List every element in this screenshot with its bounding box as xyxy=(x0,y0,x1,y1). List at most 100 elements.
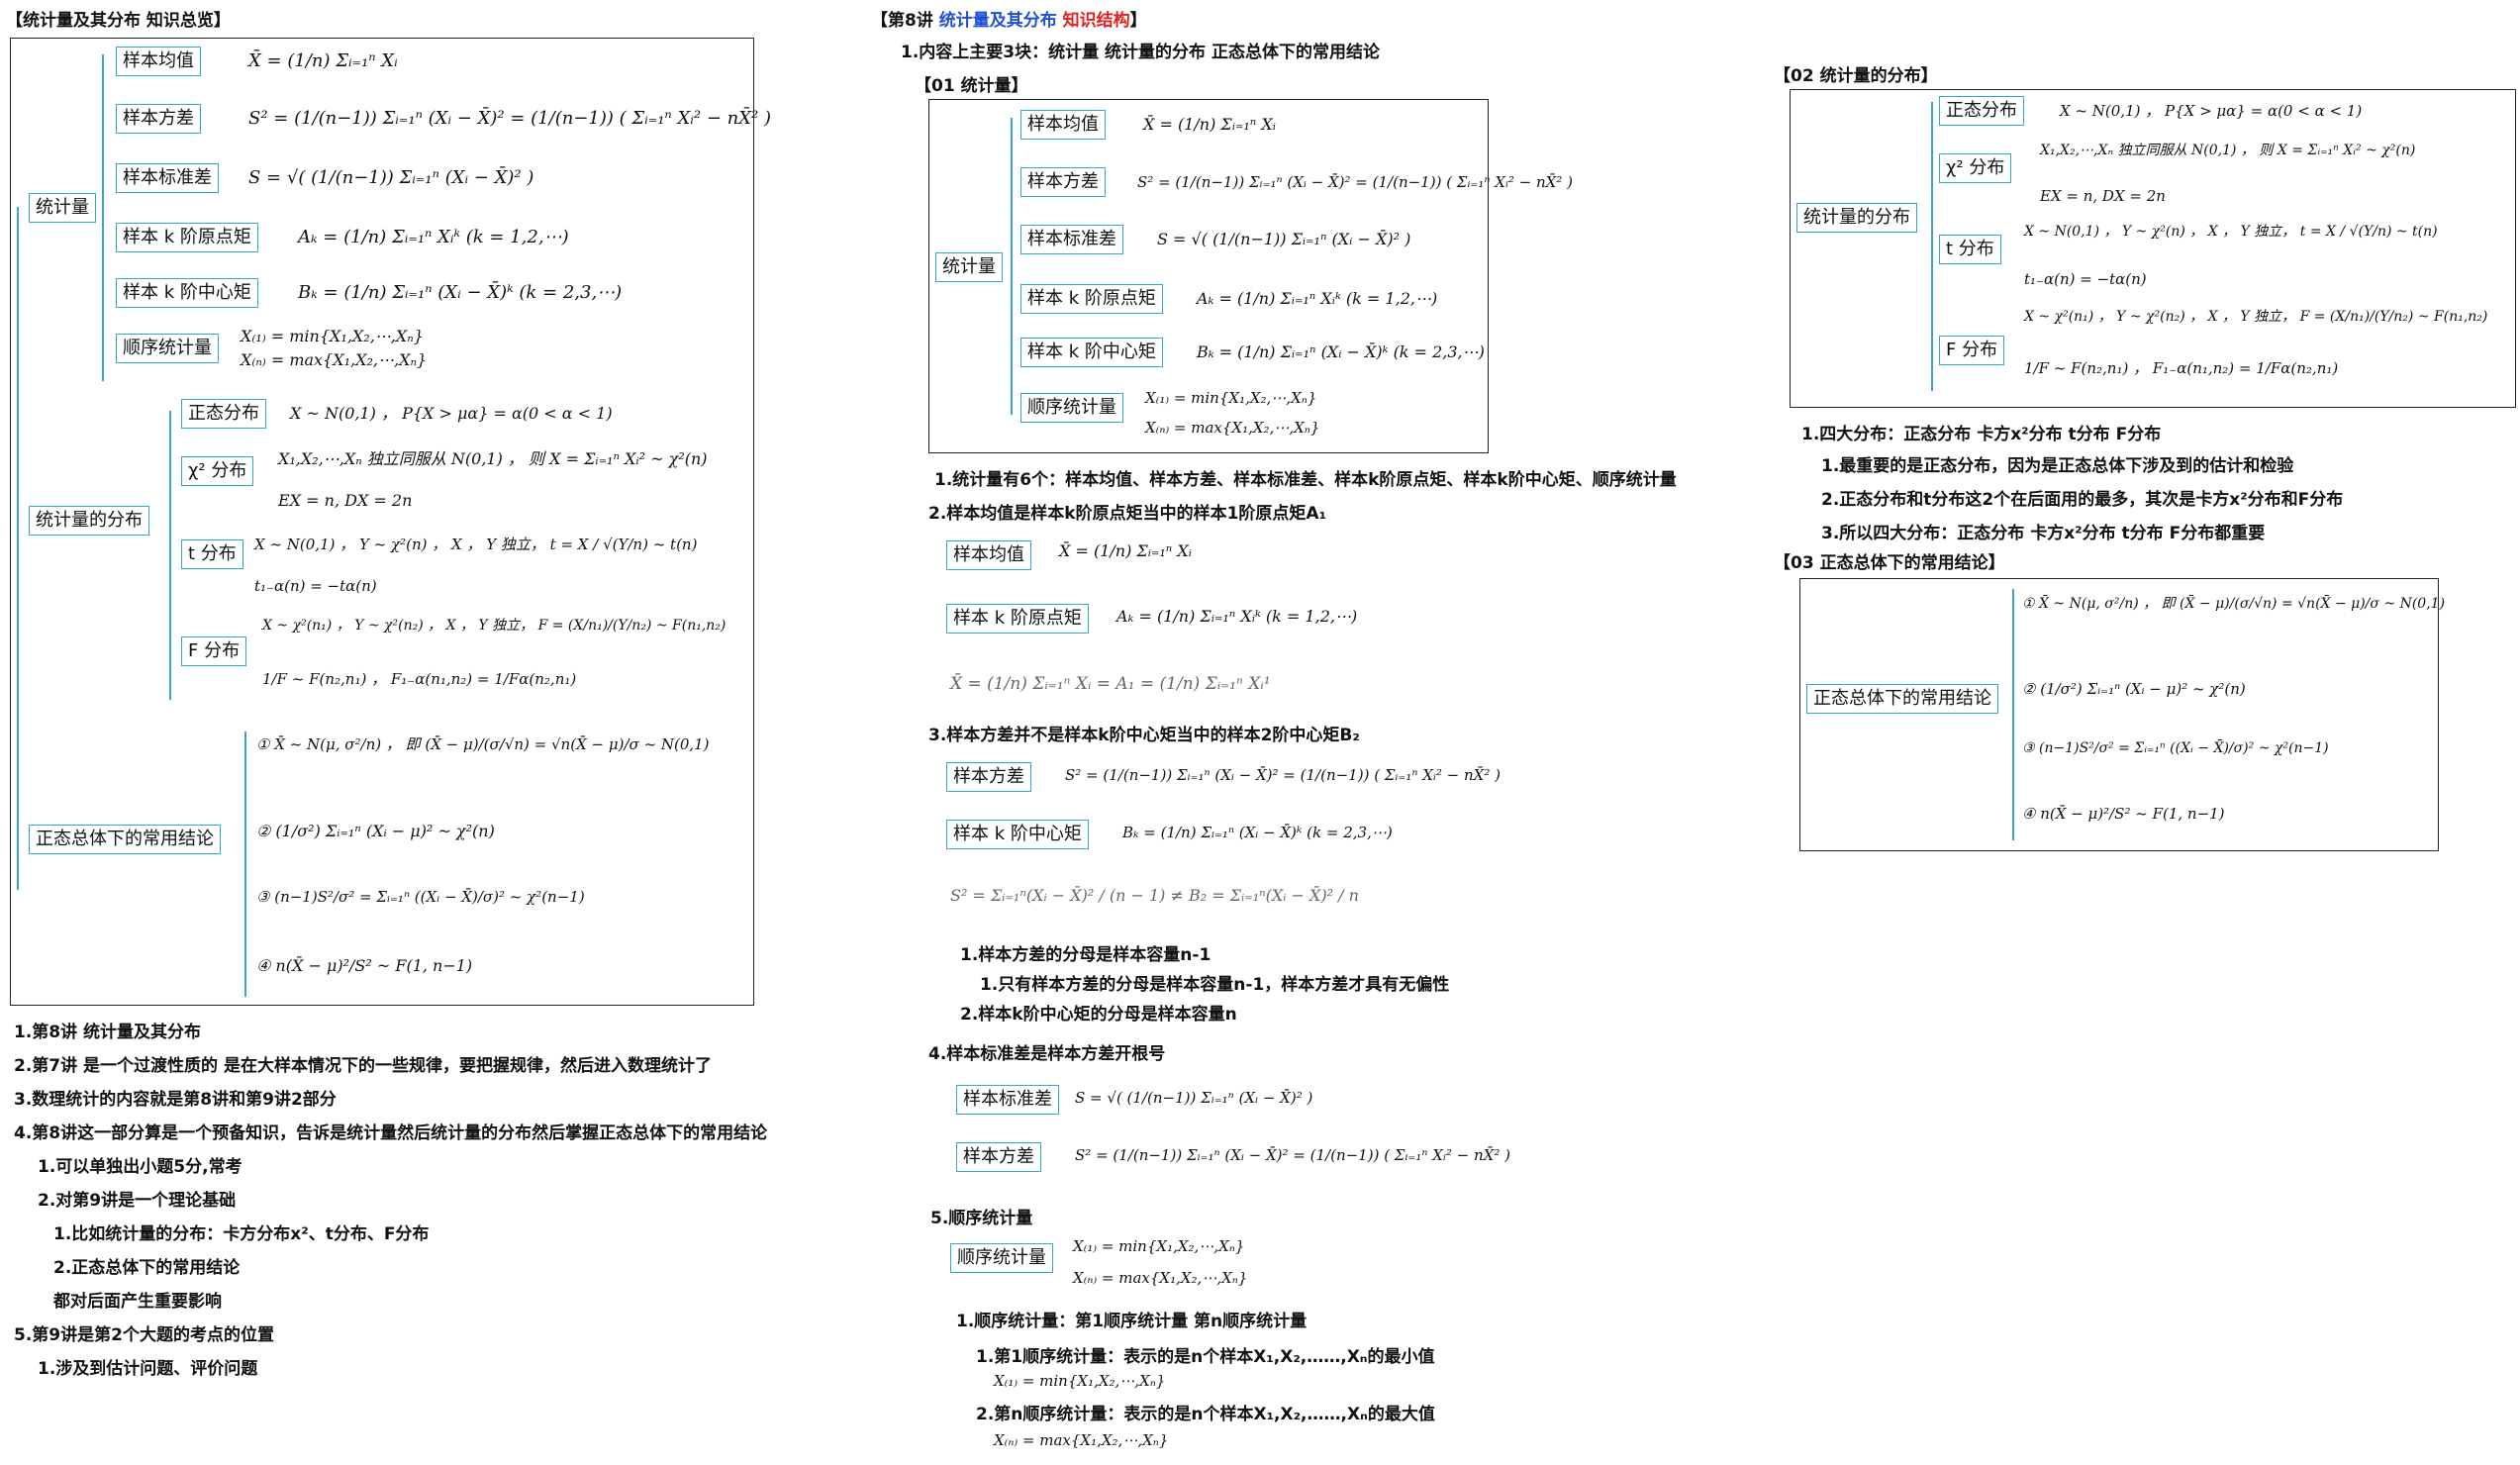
middle-line1: 1.内容上主要3块：统计量 统计量的分布 正态总体下的常用结论 xyxy=(901,43,1380,62)
node-sample-variance: 样本方差 xyxy=(956,1142,1041,1172)
formula-max: X₍ₙ₎ = max{X₁,X₂,⋯,Xₙ} xyxy=(1145,419,1320,437)
normal-conclusion-3: ③ (n−1)S²/σ² = Σᵢ₌₁ⁿ ((Xᵢ − X̄)/σ)² ~ χ²… xyxy=(2022,740,2329,756)
middle-note3c: 2.样本k阶中心矩的分母是样本容量n xyxy=(960,1005,1237,1025)
note-line: 4.第8讲这一部分算是一个预备知识，告诉是统计量然后统计量的分布然后掌握正态总体… xyxy=(14,1123,768,1143)
sub02-header: 【02 统计量的分布】 xyxy=(1774,66,1938,86)
formula-raw-moment: Aₖ = (1/n) Σᵢ₌₁ⁿ Xᵢᵏ (k = 1,2,⋯) xyxy=(1197,289,1438,308)
middle-note5b-formula: X₍₁₎ = min{X₁,X₂,⋯,Xₙ} xyxy=(994,1372,1166,1390)
formula-variance: S² = (1/(n−1)) Σᵢ₌₁ⁿ (Xᵢ − X̄)² = (1/(n−… xyxy=(1075,1146,1510,1164)
node-normal: 正态分布 xyxy=(1939,96,2024,126)
formula-std: S = √( (1/(n−1)) Σᵢ₌₁ⁿ (Xᵢ − X̄)² ) xyxy=(248,167,534,188)
formula-variance: S² = (1/(n−1)) Σᵢ₌₁ⁿ (Xᵢ − X̄)² = (1/(n−… xyxy=(1065,766,1501,784)
normal-bracket xyxy=(2012,589,2014,840)
formula-normal: X ~ N(0,1) ， P{X > μα} = α(0 < α < 1) xyxy=(290,404,613,423)
middle-note5b: 1.第1顺序统计量：表示的是n个样本X₁,X₂,……,Xₙ的最小值 xyxy=(976,1347,1435,1367)
formula-raw-moment: Aₖ = (1/n) Σᵢ₌₁ⁿ Xᵢᵏ (k = 1,2,⋯) xyxy=(298,227,569,247)
right-r4: 3.所以四大分布：正态分布 卡方x²分布 t分布 F分布都重要 xyxy=(1821,524,2266,543)
normal-conclusion-4: ④ n(X̄ − μ)²/S² ~ F(1, n−1) xyxy=(2022,805,2225,823)
header-part: 知识结构 xyxy=(1062,11,1130,31)
formula-max: X₍ₙ₎ = max{X₁,X₂,⋯,Xₙ} xyxy=(241,350,428,369)
formula-min: X₍₁₎ = min{X₁,X₂,⋯,Xₙ} xyxy=(1073,1237,1245,1255)
middle-note5c-formula: X₍ₙ₎ = max{X₁,X₂,⋯,Xₙ} xyxy=(994,1431,1169,1449)
formula-mean-a1: X̄ = (1/n) Σᵢ₌₁ⁿ Xᵢ = A₁ = (1/n) Σᵢ₌₁ⁿ X… xyxy=(950,674,1271,694)
node-t: t 分布 xyxy=(181,539,243,569)
formula-mean: X̄ = (1/n) Σᵢ₌₁ⁿ Xᵢ xyxy=(1059,541,1192,560)
formula-f: X ~ χ²(n₁) ， Y ~ χ²(n₂) ， X ， Y 独立， F = … xyxy=(2024,309,2488,325)
formula-t-quantile: t₁₋α(n) = −tα(n) xyxy=(2024,270,2147,288)
middle-note5c: 2.第n顺序统计量：表示的是n个样本X₁,X₂,……,Xₙ的最大值 xyxy=(976,1405,1435,1424)
note-line: 1.涉及到估计问题、评价问题 xyxy=(38,1359,258,1379)
left-mindmap: 统计量 样本均值 样本方差 样本标准差 样本 k 阶原点矩 样本 k 阶中心矩 … xyxy=(10,38,771,1006)
middle-stat-box: 统计量 样本均值 样本方差 样本标准差 样本 k 阶原点矩 样本 k 阶中心矩 … xyxy=(928,99,1573,453)
formula-raw-moment: Aₖ = (1/n) Σᵢ₌₁ⁿ Xᵢᵏ (k = 1,2,⋯) xyxy=(1116,607,1358,626)
normal-bracket xyxy=(244,732,246,997)
right-dist-box: 统计量的分布 正态分布 χ² 分布 t 分布 F 分布 X ~ N(0,1) ，… xyxy=(1790,89,2516,408)
node-stat: 统计量 xyxy=(29,193,96,223)
node-distribution: 统计量的分布 xyxy=(1796,203,1917,233)
middle-note3b: 1.只有样本方差的分母是样本容量n-1，样本方差才具有无偏性 xyxy=(980,975,1450,995)
middle-note4: 4.样本标准差是样本方差开根号 xyxy=(928,1044,1166,1064)
node-sample-std: 样本标准差 xyxy=(1020,225,1123,254)
sub01-header: 【01 统计量】 xyxy=(915,76,1028,96)
node-normal: 正态分布 xyxy=(181,399,266,429)
normal-conclusion-1: ① X̄ ~ N(μ, σ²/n) ， 即 (X̄ − μ)/(σ/√n) = … xyxy=(256,735,710,753)
note-line: 3.数理统计的内容就是第8讲和第9讲2部分 xyxy=(14,1090,337,1110)
formula-central-moment: Bₖ = (1/n) Σᵢ₌₁ⁿ (Xᵢ − X̄)ᵏ (k = 2,3,⋯) xyxy=(1197,342,1485,361)
stat-bracket xyxy=(1011,118,1013,415)
node-sample-mean: 样本均值 xyxy=(946,540,1031,570)
node-sample-std: 样本标准差 xyxy=(116,163,219,193)
normal-conclusion-2: ② (1/σ²) Σᵢ₌₁ⁿ (Xᵢ − μ)² ~ χ²(n) xyxy=(256,822,495,840)
formula-central-moment: Bₖ = (1/n) Σᵢ₌₁ⁿ (Xᵢ − X̄)ᵏ (k = 2,3,⋯) xyxy=(1122,824,1393,841)
formula-variance: S² = (1/(n−1)) Σᵢ₌₁ⁿ (Xᵢ − X̄)² = (1/(n−… xyxy=(248,108,771,129)
stat-bracket xyxy=(102,54,104,381)
note-line: 5.第9讲是第2个大题的考点的位置 xyxy=(14,1325,274,1345)
formula-f: X ~ χ²(n₁) ， Y ~ χ²(n₂) ， X ， Y 独立， F = … xyxy=(262,618,727,634)
formula-min: X₍₁₎ = min{X₁,X₂,⋯,Xₙ} xyxy=(1145,389,1317,407)
node-f: F 分布 xyxy=(181,636,247,666)
node-f: F 分布 xyxy=(1939,336,2005,365)
node-chi2: χ² 分布 xyxy=(181,456,254,486)
formula-t: X ~ N(0,1) ， Y ~ χ²(n) ， X ， Y 独立， t = X… xyxy=(254,536,698,553)
middle-note3: 3.样本方差并不是样本k阶中心矩当中的样本2阶中心矩B₂ xyxy=(928,726,1360,745)
node-sample-variance: 样本方差 xyxy=(1020,167,1106,197)
formula-max: X₍ₙ₎ = max{X₁,X₂,⋯,Xₙ} xyxy=(1073,1269,1248,1287)
node-order-stat: 顺序统计量 xyxy=(950,1243,1053,1273)
formula-chi2-moments: EX = n, DX = 2n xyxy=(2040,187,2166,205)
formula-f-reciprocal: 1/F ~ F(n₂,n₁) ， F₁₋α(n₁,n₂) = 1/Fα(n₂,n… xyxy=(262,670,577,688)
note-line: 2.正态总体下的常用结论 xyxy=(53,1258,241,1278)
node-central-moment: 样本 k 阶中心矩 xyxy=(1020,338,1163,367)
formula-chi2: X₁,X₂,⋯,Xₙ 独立同服从 N(0,1) ， 则 X = Σᵢ₌₁ⁿ Xᵢ… xyxy=(2040,143,2416,158)
normal-conclusion-4: ④ n(X̄ − μ)²/S² ~ F(1, n−1) xyxy=(256,956,473,975)
node-sample-mean: 样本均值 xyxy=(1020,110,1106,140)
note-line: 2.第7讲 是一个过渡性质的 是在大样本情况下的一些规律，要把握规律，然后进入数… xyxy=(14,1056,712,1076)
middle-note3a: 1.样本方差的分母是样本容量n-1 xyxy=(960,945,1212,965)
note-line: 1.可以单独出小题5分,常考 xyxy=(38,1157,242,1177)
formula-min: X₍₁₎ = min{X₁,X₂,⋯,Xₙ} xyxy=(241,327,424,345)
formula-f-reciprocal: 1/F ~ F(n₂,n₁) ， F₁₋α(n₁,n₂) = 1/Fα(n₂,n… xyxy=(2024,359,2339,377)
formula-std: S = √( (1/(n−1)) Σᵢ₌₁ⁿ (Xᵢ − X̄)² ) xyxy=(1157,230,1411,248)
node-order-stat: 顺序统计量 xyxy=(116,334,219,363)
sub03-header: 【03 正态总体下的常用结论】 xyxy=(1774,553,2005,573)
formula-chi2: X₁,X₂,⋯,Xₙ 独立同服从 N(0,1) ， 则 X = Σᵢ₌₁ⁿ Xᵢ… xyxy=(278,449,708,468)
formula-t-quantile: t₁₋α(n) = −tα(n) xyxy=(254,577,377,595)
formula-std: S = √( (1/(n−1)) Σᵢ₌₁ⁿ (Xᵢ − X̄)² ) xyxy=(1075,1089,1313,1107)
node-central-moment: 样本 k 阶中心矩 xyxy=(946,820,1089,849)
middle-note5: 5.顺序统计量 xyxy=(930,1209,1033,1228)
formula-mean: X̄ = (1/n) Σᵢ₌₁ⁿ Xᵢ xyxy=(248,50,398,71)
right-r3: 2.正态分布和t分布这2个在后面用的最多，其次是卡方x²分布和F分布 xyxy=(1821,490,2344,510)
note-line: 都对后面产生重要影响 xyxy=(53,1292,222,1312)
node-raw-moment: 样本 k 阶原点矩 xyxy=(1020,284,1163,314)
formula-normal: X ~ N(0,1) ， P{X > μα} = α(0 < α < 1) xyxy=(2060,102,2363,120)
node-central-moment: 样本 k 阶中心矩 xyxy=(116,278,258,308)
node-normal-conclusions: 正态总体下的常用结论 xyxy=(29,825,221,854)
node-normal-conclusions: 正态总体下的常用结论 xyxy=(1806,684,1998,714)
left-header: 【统计量及其分布 知识总览】 xyxy=(6,11,231,31)
normal-conclusion-1: ① X̄ ~ N(μ, σ²/n) ， 即 (X̄ − μ)/(σ/√n) = … xyxy=(2022,596,2446,612)
formula-t: X ~ N(0,1) ， Y ~ χ²(n) ， X ， Y 独立， t = X… xyxy=(2024,224,2438,240)
middle-header: 【第8讲 统计量及其分布 知识结构】 xyxy=(871,6,1147,31)
node-raw-moment: 样本 k 阶原点矩 xyxy=(946,604,1089,634)
header-part: 统计量及其分布 xyxy=(938,11,1063,31)
node-raw-moment: 样本 k 阶原点矩 xyxy=(116,223,258,252)
node-order-stat: 顺序统计量 xyxy=(1020,393,1123,423)
root-bracket xyxy=(17,207,19,890)
